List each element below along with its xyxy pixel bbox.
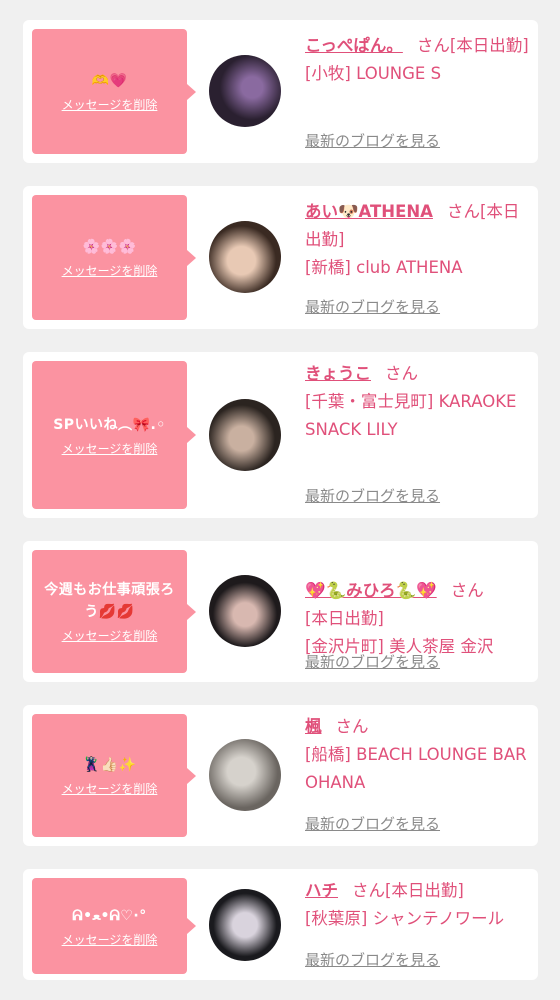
- status-text: [本日出勤]: [385, 881, 464, 900]
- message-text: SPいいね︵🎀.◦: [53, 416, 166, 433]
- latest-blog-link[interactable]: 最新のブログを見る: [305, 296, 440, 317]
- name-link[interactable]: こっぺぱん。: [305, 36, 403, 55]
- shop-text: [秋葉原] シャンテノワール: [305, 909, 505, 928]
- delete-message-link[interactable]: メッセージを削除: [62, 262, 158, 279]
- message-bubble: ᕱ•ﻌ•ᕱ♡·° メッセージを削除: [32, 878, 196, 974]
- delete-message-link[interactable]: メッセージを削除: [62, 440, 158, 457]
- message-bubble: 🌸🌸🌸 メッセージを削除: [32, 195, 196, 320]
- message-bubble: 🦹👍🏻✨ メッセージを削除: [32, 714, 196, 837]
- delete-message-link[interactable]: メッセージを削除: [62, 931, 158, 948]
- avatar[interactable]: [209, 55, 281, 127]
- message-text: 🫶💗: [91, 73, 128, 89]
- status-text: [本日出勤]: [449, 36, 529, 55]
- message-bubble: 🫶💗 メッセージを削除: [32, 29, 196, 154]
- avatar[interactable]: [209, 221, 281, 293]
- delete-message-link[interactable]: メッセージを削除: [62, 780, 158, 797]
- profile-info: こっぺぱん。 さん[本日出勤] [小牧] LOUNGE S: [305, 32, 530, 88]
- list-item: 🌸🌸🌸 メッセージを削除 あい🐶ATHENA さん[本日出勤] [新橋] club…: [23, 186, 538, 329]
- profile-info: ハチ さん[本日出勤] [秋葉原] シャンテノワール: [305, 877, 530, 933]
- avatar[interactable]: [209, 575, 281, 647]
- message-text: 今週もお仕事頑張ろう💋💋: [44, 582, 175, 620]
- shop-text: [新橋] club ATHENA: [305, 258, 463, 277]
- honorific: さん: [416, 36, 450, 55]
- name-link[interactable]: 💖🐍みひろ🐍💖: [305, 581, 437, 600]
- latest-blog-link[interactable]: 最新のブログを見る: [305, 949, 440, 970]
- message-text: 🌸🌸🌸: [82, 239, 137, 255]
- profile-info: あい🐶ATHENA さん[本日出勤] [新橋] club ATHENA: [305, 198, 530, 282]
- honorific: さん: [352, 881, 385, 900]
- name-link[interactable]: きょうこ: [305, 364, 371, 383]
- shop-text: [本日出勤] [金沢片町] 美人茶屋 金沢: [305, 609, 494, 656]
- profile-info: 楓さん [船橋] BEACH LOUNGE BAR OHANA: [305, 713, 530, 797]
- avatar[interactable]: [209, 889, 281, 961]
- latest-blog-link[interactable]: 最新のブログを見る: [305, 130, 440, 151]
- delete-message-link[interactable]: メッセージを削除: [62, 96, 158, 113]
- name-link[interactable]: ハチ: [305, 881, 338, 900]
- message-text: ᕱ•ﻌ•ᕱ♡·°: [72, 907, 147, 924]
- list-item: 今週もお仕事頑張ろう💋💋 メッセージを削除 💖🐍みひろ🐍💖 さん [本日出勤] [金…: [23, 541, 538, 682]
- honorific: さん: [450, 581, 484, 600]
- profile-info: きょうこ さん [千葉・富士見町] KARAOKE SNACK LILY: [305, 360, 530, 444]
- avatar[interactable]: [209, 399, 281, 471]
- honorific: さん: [335, 717, 369, 736]
- profile-info: 💖🐍みひろ🐍💖 さん [本日出勤] [金沢片町] 美人茶屋 金沢: [305, 549, 530, 661]
- honorific: さん: [446, 202, 480, 221]
- list-item: 🫶💗 メッセージを削除 こっぺぱん。 さん[本日出勤] [小牧] LOUNGE S…: [23, 20, 538, 163]
- list-item: ᕱ•ﻌ•ᕱ♡·° メッセージを削除 ハチ さん[本日出勤] [秋葉原] シャンテノ…: [23, 869, 538, 980]
- message-bubble: SPいいね︵🎀.◦ メッセージを削除: [32, 361, 196, 509]
- list-item: 🦹👍🏻✨ メッセージを削除 楓さん [船橋] BEACH LOUNGE BAR …: [23, 705, 538, 846]
- shop-text: [小牧] LOUNGE S: [305, 64, 442, 83]
- message-text: 🦹👍🏻✨: [82, 757, 137, 773]
- latest-blog-link[interactable]: 最新のブログを見る: [305, 651, 440, 672]
- shop-text: [船橋] BEACH LOUNGE BAR OHANA: [305, 745, 527, 792]
- name-link[interactable]: 楓: [305, 717, 322, 736]
- latest-blog-link[interactable]: 最新のブログを見る: [305, 485, 440, 506]
- avatar[interactable]: [209, 739, 281, 811]
- name-link[interactable]: あい🐶ATHENA: [305, 202, 433, 221]
- shop-text: [千葉・富士見町] KARAOKE SNACK LILY: [305, 392, 517, 439]
- latest-blog-link[interactable]: 最新のブログを見る: [305, 813, 440, 834]
- honorific: さん: [385, 364, 418, 383]
- favorites-list: 🫶💗 メッセージを削除 こっぺぱん。 さん[本日出勤] [小牧] LOUNGE S…: [0, 0, 560, 1000]
- list-item: SPいいね︵🎀.◦ メッセージを削除 きょうこ さん [千葉・富士見町] KARA…: [23, 352, 538, 518]
- message-bubble: 今週もお仕事頑張ろう💋💋 メッセージを削除: [32, 550, 196, 673]
- delete-message-link[interactable]: メッセージを削除: [62, 627, 158, 644]
